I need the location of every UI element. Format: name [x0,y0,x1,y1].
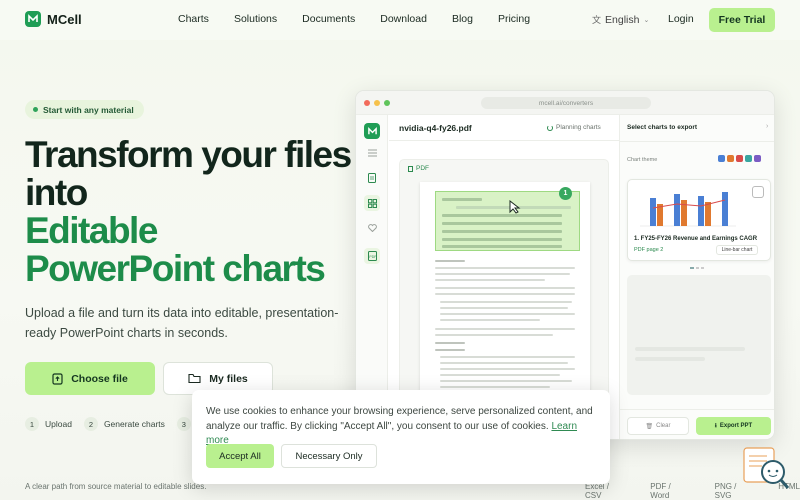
login-link[interactable]: Login [668,13,694,25]
badge-label: Start with any material [43,104,134,115]
nav-link-solutions[interactable]: Solutions [234,13,277,25]
step-number: 2 [83,417,98,431]
pdf-file-icon [408,165,413,172]
theme-swatch[interactable] [718,155,725,162]
highlighted-table[interactable] [435,191,580,251]
step-generate: 2 Generate charts [83,417,165,431]
chart-card-source: PDF page 2 [634,247,664,253]
nav-link-documents[interactable]: Documents [302,13,355,25]
theme-swatch[interactable] [745,155,752,162]
language-selector[interactable]: 文 English ⌄ [592,13,649,26]
step-number: 1 [25,417,39,431]
svg-text:PDF: PDF [369,255,376,259]
card-checkbox[interactable] [752,186,764,198]
hero-title: Transform your files into Editable Power… [25,134,352,289]
document-filename: nvidia-q4-fy26.pdf [399,123,472,133]
accept-all-button[interactable]: Accept All [206,444,274,468]
free-trial-button[interactable]: Free Trial [709,8,775,32]
upload-file-icon [52,372,63,385]
folder-icon [188,373,201,384]
hero-subtitle: Upload a file and turn its data into edi… [25,306,339,340]
chevron-down-icon: ⌄ [643,16,650,24]
download-icon: ⭳ [714,423,717,429]
hero-title-line2: into [25,172,88,213]
step-label: Generate charts [103,419,165,429]
export-panel-title: Select charts to export [627,124,698,131]
choose-file-button[interactable]: Choose file [25,362,155,395]
brand-logo[interactable]: MCell [25,11,82,27]
mcell-logo-icon [25,11,41,27]
spinner-icon [547,124,553,131]
necessary-only-button[interactable]: Necessary Only [281,444,377,468]
nav-links: Charts Solutions Documents Download Blog… [178,13,530,25]
heart-icon [364,220,380,236]
chart-thumbnail [640,192,736,227]
chart-type-dropdown[interactable]: Line-bar chart [716,245,758,255]
app-logo-icon [364,123,380,139]
footer-tagline: A clear path from source material to edi… [25,482,207,491]
document-icon [364,170,380,186]
pdf-icon: PDF [364,248,380,264]
chart-theme-label: Chart theme [627,157,658,163]
step-number: 3 [176,417,191,431]
nav-link-blog[interactable]: Blog [452,13,473,25]
cookie-banner: We use cookies to enhance your browsing … [192,390,610,484]
translate-icon: 文 [592,15,602,25]
cookie-text: We use cookies to enhance your browsing … [206,405,601,449]
export-label: Export PPT [719,423,753,429]
hero-badge: Start with any material [25,100,144,119]
pdf-label: PDF [416,165,429,172]
document-header: nvidia-q4-fy26.pdf Planning charts [389,115,619,141]
close-dot [364,99,370,106]
minimize-dot [374,99,380,106]
address-bar: mcell.ai/converters [481,97,651,109]
pdf-viewer-label: PDF [408,165,429,172]
clear-label: Clear [656,423,671,429]
nav-link-download[interactable]: Download [380,13,427,25]
chart-card[interactable]: 1. FY25-FY26 Revenue and Earnings CAGR P… [627,179,771,261]
nav-link-charts[interactable]: Charts [178,13,209,25]
export-ppt-button[interactable]: ⭳ Export PPT [696,417,771,435]
my-files-label: My files [209,372,248,385]
window-titlebar: mcell.ai/converters [356,91,774,115]
trash-icon: 🗑 [645,423,654,430]
language-label: English [605,13,640,26]
choose-file-label: Choose file [71,372,128,385]
format-excel: Excel / CSV [585,482,610,500]
card-pagination [690,267,704,269]
chart-card-title: 1. FY25-FY26 Revenue and Earnings CAGR [634,236,758,242]
theme-swatch[interactable] [736,155,743,162]
collapse-icon[interactable]: › [766,123,768,130]
planning-status-label: Planning charts [556,124,601,131]
brand-name: MCell [47,11,82,27]
chart-card-placeholder [627,275,771,395]
steps: 1 Upload 2 Generate charts 3 [25,417,209,431]
chart-type-value: Line-bar chart [721,247,753,253]
cookie-message: We use cookies to enhance your browsing … [206,406,593,432]
theme-swatch[interactable] [727,155,734,162]
planning-status: Planning charts [547,124,601,131]
maximize-dot [384,99,390,106]
menu-icon [364,145,380,161]
badge-dot [33,107,38,112]
grid-icon [364,195,380,211]
chart-export-panel: Select charts to export › Chart theme 1.… [619,115,774,439]
cursor-icon [509,200,521,214]
step-upload: 1 Upload [25,417,72,431]
app-preview-window: mcell.ai/converters PDF nvidia-q4-fy26.p… [355,90,775,440]
top-nav: MCell Charts Solutions Documents Downloa… [0,0,800,40]
hero-title-line3: Editable [25,210,158,251]
hero-title-line4: PowerPoint charts [25,248,326,289]
selection-badge: 1 [559,187,572,200]
hero-title-line1: Transform your files [25,134,352,175]
help-chat-icon[interactable] [742,446,792,492]
theme-swatch[interactable] [754,155,761,162]
clear-button[interactable]: 🗑 Clear [627,417,689,435]
nav-link-pricing[interactable]: Pricing [498,13,530,25]
format-pdf: PDF / Word [650,482,671,500]
step-label: Upload [45,419,72,429]
